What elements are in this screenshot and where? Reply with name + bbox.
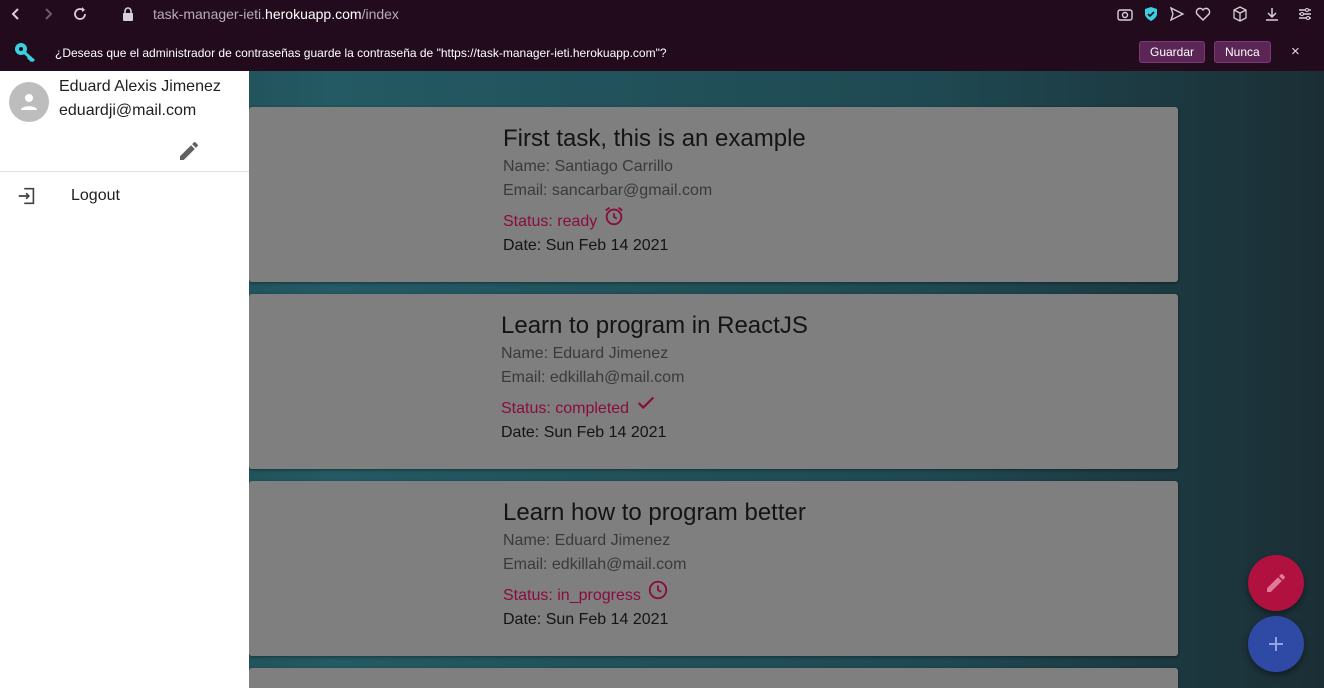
- browser-toolbar: task-manager-ieti.herokuapp.com/index: [0, 0, 1324, 27]
- camera-icon[interactable]: [1116, 5, 1134, 23]
- task-assignee-name: Name: Eduard Jimenez: [503, 532, 671, 549]
- save-password-button[interactable]: Guardar: [1139, 41, 1206, 63]
- user-email: eduardji@mail.com: [59, 102, 197, 119]
- person-icon: [21, 94, 37, 110]
- address-bar[interactable]: task-manager-ieti.herokuapp.com/index: [153, 6, 399, 22]
- cube-icon[interactable]: [1231, 5, 1249, 23]
- add-task-fab-button[interactable]: [1248, 616, 1304, 672]
- task-date: Date: Sun Feb 14 2021: [501, 424, 667, 441]
- logout-label: Logout: [71, 187, 120, 204]
- avatar: [9, 82, 49, 122]
- alarm-icon: [605, 207, 624, 226]
- key-icon: [15, 43, 35, 63]
- forward-icon[interactable]: [38, 4, 58, 24]
- user-name: Eduard Alexis Jimenez: [59, 78, 221, 95]
- task-assignee-email: Email: edkillah@mail.com: [501, 369, 685, 386]
- check-icon: [637, 396, 655, 410]
- task-assignee-email: Email: edkillah@mail.com: [503, 556, 687, 573]
- logout-menu-item[interactable]: Logout: [0, 177, 249, 215]
- side-drawer: Eduard Alexis Jimenez eduardji@mail.com …: [0, 71, 249, 688]
- download-icon[interactable]: [1263, 5, 1281, 23]
- task-status: Status: ready: [503, 205, 625, 231]
- task-title: Learn to program in ReactJS: [501, 312, 808, 339]
- task-card[interactable]: Learn to program in ReactJS Name: Eduard…: [249, 294, 1178, 469]
- pencil-icon: [1267, 574, 1285, 592]
- task-date: Date: Sun Feb 14 2021: [503, 237, 669, 254]
- task-assignee-name: Name: Eduard Jimenez: [501, 345, 669, 362]
- password-prompt-message: ¿Deseas que el administrador de contrase…: [55, 46, 667, 60]
- never-save-button[interactable]: Nunca: [1214, 41, 1271, 63]
- task-card[interactable]: First task, this is an example Name: San…: [249, 107, 1178, 282]
- edit-fab-button[interactable]: [1248, 555, 1304, 611]
- task-assignee-name: Name: Santiago Carrillo: [503, 158, 673, 175]
- heart-icon[interactable]: [1194, 5, 1212, 23]
- settings-sliders-icon[interactable]: [1296, 5, 1314, 23]
- reload-icon[interactable]: [70, 4, 90, 24]
- edit-profile-icon[interactable]: [177, 139, 201, 163]
- send-icon[interactable]: [1168, 5, 1186, 23]
- lock-icon[interactable]: [118, 4, 138, 24]
- password-save-prompt: ¿Deseas que el administrador de contrase…: [0, 33, 1324, 71]
- task-status: Status: in_progress: [503, 579, 669, 605]
- url-prefix: task-manager-ieti.: [153, 6, 266, 22]
- plus-icon: [1269, 637, 1283, 651]
- task-date: Date: Sun Feb 14 2021: [503, 611, 669, 628]
- logout-icon: [18, 187, 35, 205]
- url-host: herokuapp.com: [265, 6, 362, 22]
- task-status-label: Status: in_progress: [503, 587, 641, 604]
- task-assignee-email: Email: sancarbar@gmail.com: [503, 182, 713, 199]
- back-icon[interactable]: [6, 4, 26, 24]
- task-title: First task, this is an example: [503, 125, 806, 152]
- close-prompt-button[interactable]: ×: [1291, 43, 1300, 60]
- task-title: Learn how to program better: [503, 499, 806, 526]
- task-status-label: Status: ready: [503, 213, 598, 230]
- shield-icon[interactable]: [1142, 5, 1160, 23]
- task-status: Status: completed: [501, 392, 657, 418]
- task-status-label: Status: completed: [501, 400, 630, 417]
- task-card[interactable]: Learn how to program better Name: Eduard…: [249, 481, 1178, 656]
- url-path: /index: [361, 6, 399, 22]
- drawer-divider: [0, 171, 249, 172]
- task-card[interactable]: [249, 668, 1178, 688]
- clock-icon: [648, 580, 668, 600]
